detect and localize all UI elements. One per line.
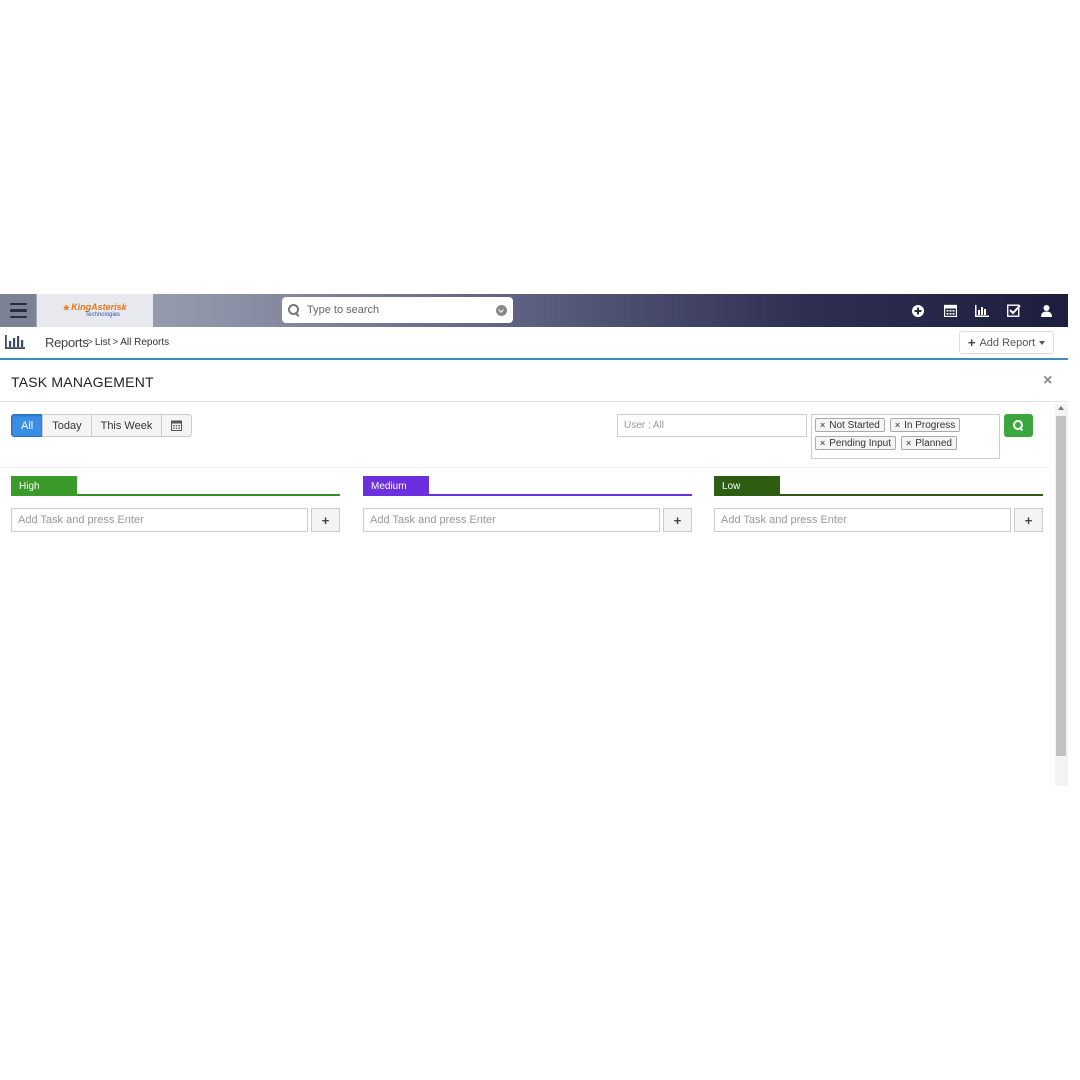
logo-tagline: Technologies (85, 312, 121, 318)
column-label: Medium (363, 476, 429, 496)
scroll-up-arrow-icon[interactable] (1058, 406, 1064, 410)
bar-chart-icon (5, 335, 25, 349)
breadcrumb-separator: > (112, 337, 119, 348)
scrollbar-thumb[interactable] (1056, 416, 1066, 756)
search-input[interactable] (307, 304, 496, 316)
priority-column-low: Low + (714, 476, 1043, 532)
add-task-button[interactable]: + (311, 508, 340, 532)
search-icon (1013, 420, 1024, 431)
global-search (282, 297, 513, 323)
segment-this-week[interactable]: This Week (90, 414, 163, 437)
apply-filter-button[interactable] (1004, 414, 1033, 437)
priority-column-medium: Medium + (363, 476, 692, 532)
column-header: Medium (363, 476, 692, 496)
chevron-down-circle-icon[interactable] (496, 304, 507, 316)
status-tag-label: In Progress (904, 419, 956, 431)
calendar-icon (171, 420, 183, 431)
menu-toggle-button[interactable] (0, 294, 36, 327)
search-icon (288, 303, 301, 317)
calendar-icon (943, 304, 957, 317)
profile-button[interactable] (1030, 294, 1062, 327)
status-tag-label: Pending Input (829, 437, 891, 449)
hamburger-icon (9, 301, 27, 321)
logo-name: KingAsterisk (71, 302, 127, 312)
close-icon[interactable]: × (1043, 372, 1052, 390)
tasks-button[interactable] (998, 294, 1030, 327)
status-filter-multiselect[interactable]: × Not Started × In Progress × Pending Input… (811, 414, 1000, 459)
column-label: High (11, 476, 77, 496)
priority-columns: High + Medium + Low (11, 476, 1043, 536)
logo[interactable]: * KingAsterisk Technologies (37, 294, 153, 327)
task-management-panel: TASK MANAGEMENT × All Today This Week Us… (0, 362, 1068, 786)
add-task-button[interactable]: + (663, 508, 692, 532)
panel-title: TASK MANAGEMENT (11, 374, 154, 390)
filter-bar: All Today This Week User : All × Not Star… (0, 402, 1050, 468)
column-label: Low (714, 476, 780, 496)
breadcrumb-item-list[interactable]: List (95, 337, 111, 348)
add-task-button[interactable]: + (1014, 508, 1043, 532)
remove-tag-icon[interactable]: × (895, 420, 900, 430)
add-task-input[interactable] (11, 508, 308, 532)
remove-tag-icon[interactable]: × (820, 420, 825, 430)
status-tag-label: Planned (915, 437, 952, 449)
remove-tag-icon[interactable]: × (906, 438, 911, 448)
breadcrumb: > List > All Reports (85, 337, 169, 348)
add-report-button[interactable]: + Add Report (959, 331, 1054, 354)
add-task-row: + (363, 508, 692, 532)
plus-circle-icon (912, 304, 924, 317)
status-tag: × Not Started (815, 418, 885, 432)
breadcrumb-item-all-reports[interactable]: All Reports (120, 337, 169, 348)
date-picker-button[interactable] (161, 414, 193, 437)
add-task-input[interactable] (363, 508, 660, 532)
bar-chart-icon (975, 304, 989, 317)
remove-tag-icon[interactable]: × (820, 438, 825, 448)
breadcrumb-separator: > (87, 337, 93, 348)
vertical-scrollbar[interactable] (1055, 404, 1068, 786)
calendar-button[interactable] (934, 294, 966, 327)
status-tag: × Pending Input (815, 436, 896, 450)
segment-all[interactable]: All (11, 414, 44, 437)
status-tag-label: Not Started (829, 419, 880, 431)
logo-asterisk-icon: * (63, 302, 70, 319)
status-tag: × Planned (900, 436, 957, 450)
segment-today[interactable]: Today (42, 414, 92, 437)
breadcrumb-bar: Reports > List > All Reports + Add Report (0, 327, 1068, 360)
add-button[interactable] (902, 294, 934, 327)
page-title: Reports (45, 335, 89, 350)
plus-icon: + (967, 335, 976, 350)
column-header: High (11, 476, 340, 496)
add-task-row: + (714, 508, 1043, 532)
column-header: Low (714, 476, 1043, 496)
app-window: * KingAsterisk Technologies Type to sear… (0, 294, 1068, 786)
caret-down-icon (1039, 340, 1046, 345)
check-square-icon (1007, 304, 1021, 317)
add-task-input[interactable] (714, 508, 1011, 532)
add-report-label: Add Report (979, 336, 1036, 349)
date-range-segments: All Today This Week (11, 414, 193, 437)
top-navbar: * KingAsterisk Technologies (0, 294, 1068, 327)
panel-header: TASK MANAGEMENT × (0, 362, 1068, 402)
user-icon (1040, 304, 1052, 317)
reports-button[interactable] (966, 294, 998, 327)
add-task-row: + (11, 508, 340, 532)
priority-column-high: High + (11, 476, 340, 532)
navbar-icons (902, 294, 1062, 327)
user-filter-field[interactable]: User : All (617, 414, 807, 437)
status-tag: × In Progress (889, 418, 961, 432)
